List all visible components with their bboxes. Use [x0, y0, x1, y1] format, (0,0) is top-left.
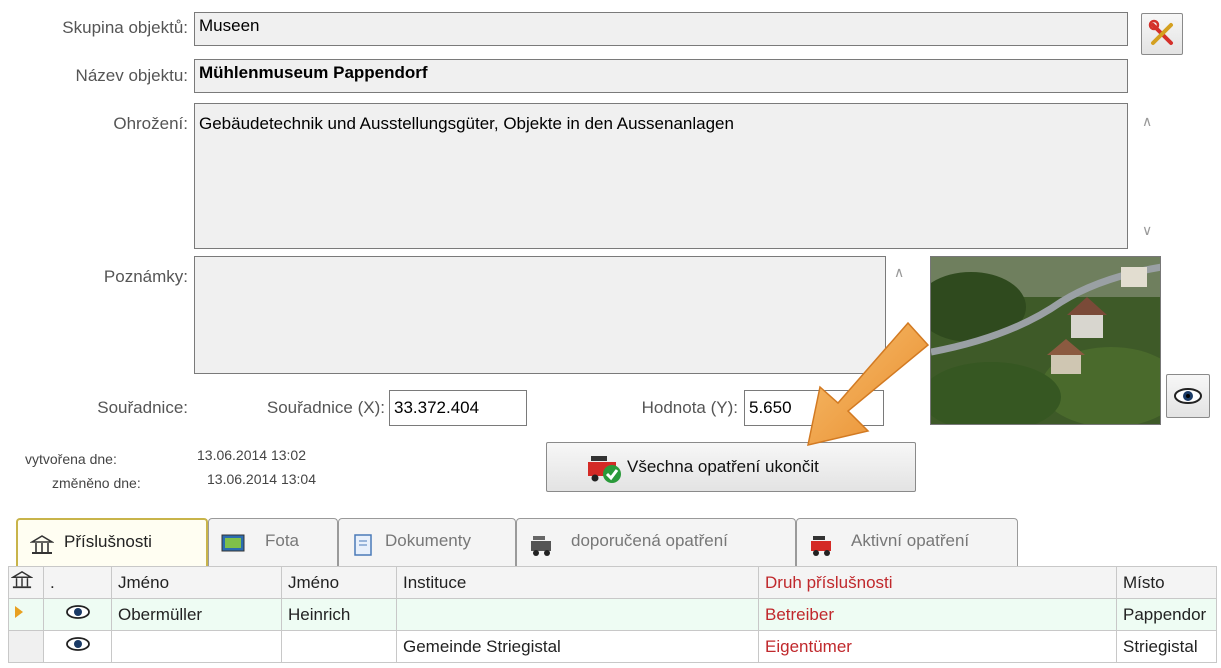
threat-scroll-up-icon[interactable]: ∧	[1142, 113, 1152, 130]
changed-value: 13.06.2014 13:04	[207, 471, 316, 487]
view-photo-button[interactable]	[1166, 374, 1210, 418]
tab-dokumenty[interactable]: Dokumenty	[338, 518, 516, 566]
row-indicator[interactable]	[8, 598, 44, 631]
coord-y-label: Hodnota (Y):	[641, 398, 738, 417]
cell-first-name[interactable]	[111, 630, 282, 663]
tab-doporucena-opatreni-label: doporučená opatření	[571, 531, 728, 550]
changed-label: změněno dne:	[52, 475, 141, 491]
cell-institution[interactable]	[396, 598, 759, 631]
document-icon	[354, 534, 372, 556]
coords-label: Souřadnice:	[97, 398, 188, 417]
table-header-row: . Jméno Jméno Instituce Druh příslušnost…	[8, 566, 1217, 599]
object-name-field[interactable]: Mühlenmuseum Pappendorf	[194, 59, 1128, 93]
column-header-icon	[8, 566, 44, 599]
coord-x-field[interactable]: 33.372.404	[389, 390, 527, 426]
eye-icon	[1174, 388, 1202, 404]
picture-icon	[221, 534, 245, 552]
truck-icon	[531, 536, 551, 556]
table-row[interactable]: Gemeinde Striegistal Eigentümer Striegis…	[8, 630, 1217, 663]
fire-truck-check-icon	[588, 456, 621, 483]
group-field[interactable]: Museen	[194, 12, 1128, 46]
tab-prislusnosti-label: Příslušnosti	[64, 532, 152, 551]
tab-prislusnosti[interactable]: Příslušnosti	[16, 518, 208, 566]
row-view-button[interactable]	[43, 630, 112, 663]
column-header-place[interactable]: Místo	[1116, 566, 1217, 599]
tab-aktivni-opatreni[interactable]: Aktivní opatření	[796, 518, 1018, 566]
building-icon	[30, 535, 54, 554]
column-header-institution[interactable]: Instituce	[396, 566, 759, 599]
cell-type[interactable]: Betreiber	[758, 598, 1117, 631]
table-row[interactable]: Obermüller Heinrich Betreiber Pappendor	[8, 598, 1217, 631]
row-indicator[interactable]	[8, 630, 44, 663]
cell-institution[interactable]: Gemeinde Striegistal	[396, 630, 759, 663]
cell-place[interactable]: Pappendor	[1116, 598, 1217, 631]
cell-first-name[interactable]: Obermüller	[111, 598, 282, 631]
notes-label: Poznámky:	[103, 267, 188, 286]
created-label: vytvořena dne:	[25, 451, 117, 467]
column-header-last-name[interactable]: Jméno	[281, 566, 397, 599]
column-header-type[interactable]: Druh příslušnosti	[758, 566, 1117, 599]
building-icon	[10, 570, 34, 589]
tools-icon	[1148, 19, 1173, 45]
tab-aktivni-opatreni-label: Aktivní opatření	[851, 531, 970, 550]
row-view-button[interactable]	[43, 598, 112, 631]
notes-scroll-up-icon[interactable]: ∧	[894, 264, 904, 281]
eye-icon	[65, 637, 90, 651]
tab-dokumenty-label: Dokumenty	[385, 531, 471, 550]
responsibilities-table: . Jméno Jméno Instituce Druh příslušnost…	[8, 566, 1217, 663]
annotation-arrow	[807, 321, 930, 446]
created-value: 13.06.2014 13:02	[197, 447, 306, 463]
threat-textarea[interactable]: Gebäudetechnik und Ausstellungsgüter, Ob…	[194, 103, 1128, 249]
cell-last-name[interactable]	[281, 630, 397, 663]
name-label: Název objektu:	[75, 66, 188, 85]
eye-icon	[65, 605, 90, 619]
tab-fota[interactable]: Fota	[208, 518, 338, 566]
group-label: Skupina objektů:	[62, 18, 188, 37]
tab-fota-label: Fota	[265, 531, 300, 550]
column-header-first-name[interactable]: Jméno	[111, 566, 282, 599]
column-header-dot[interactable]: .	[43, 566, 112, 599]
threat-label: Ohrožení:	[113, 114, 188, 133]
cell-place[interactable]: Striegistal	[1116, 630, 1217, 663]
edit-tools-button[interactable]	[1141, 13, 1183, 55]
tab-doporucena-opatreni[interactable]: doporučená opatření	[516, 518, 796, 566]
cell-last-name[interactable]: Heinrich	[281, 598, 397, 631]
cell-type[interactable]: Eigentümer	[758, 630, 1117, 663]
threat-scroll-down-icon[interactable]: ∨	[1142, 222, 1152, 239]
fire-truck-icon	[811, 536, 831, 556]
coord-x-label: Souřadnice (X):	[266, 398, 385, 417]
object-photo[interactable]	[930, 256, 1161, 425]
row-pointer-icon	[15, 606, 23, 618]
